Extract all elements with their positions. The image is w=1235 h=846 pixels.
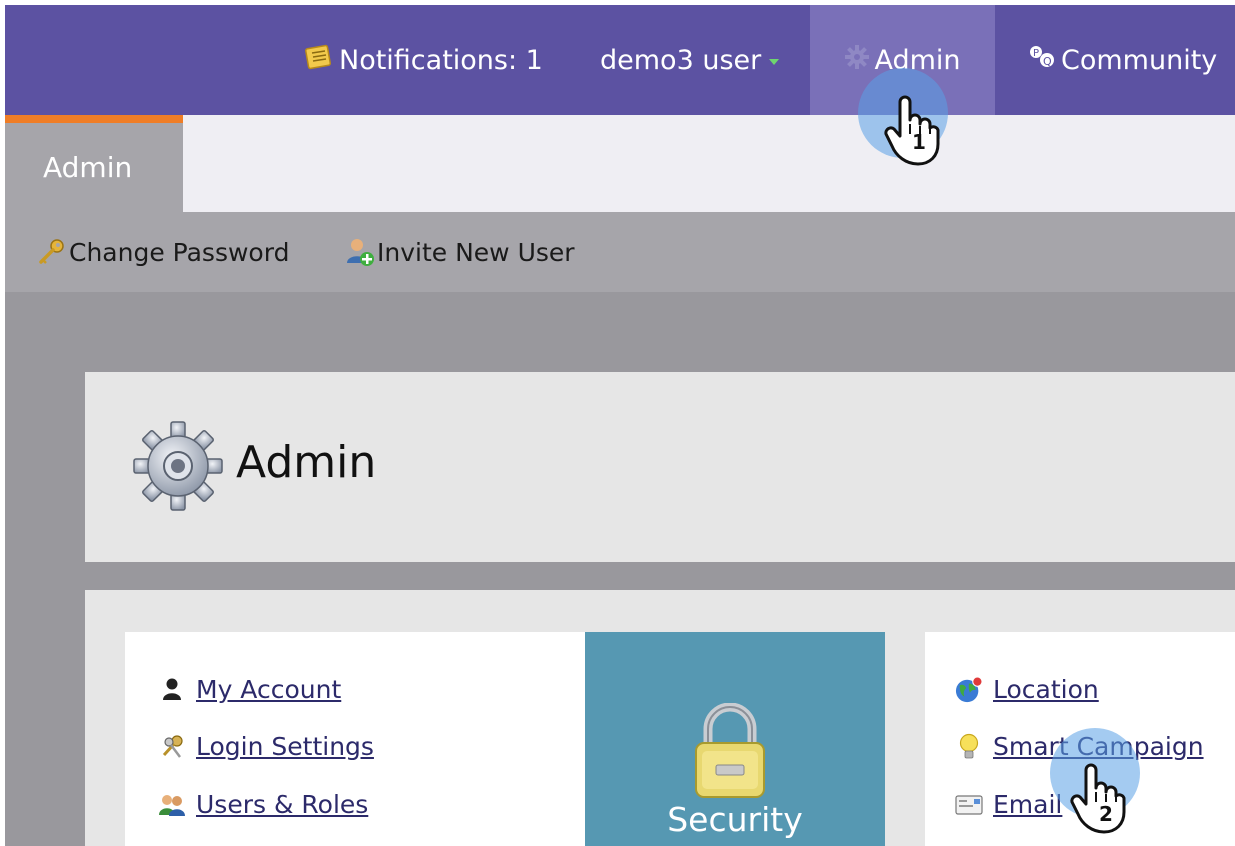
lightbulb-icon: [955, 733, 983, 761]
link-users-roles: Users & Roles: [158, 790, 368, 819]
email-link[interactable]: Email: [993, 790, 1062, 819]
globe-icon: [955, 675, 983, 704]
person-icon: [158, 676, 186, 704]
user-menu[interactable]: demo3 user: [600, 5, 780, 115]
tab-admin-label: Admin: [43, 151, 133, 184]
community-icon: P Q: [1027, 44, 1057, 77]
email-icon: [955, 791, 983, 819]
link-location: Location: [955, 675, 1099, 704]
keys-icon: [158, 733, 186, 761]
user-label: demo3 user: [600, 44, 762, 76]
notepad-icon: [303, 43, 335, 78]
add-user-icon: [345, 237, 375, 267]
change-password-label: Change Password: [69, 237, 290, 267]
top-navigation-bar: Notifications: 1 demo3 user Admin P Q Co…: [5, 5, 1235, 115]
community-label: Community: [1061, 44, 1218, 76]
svg-text:P: P: [1033, 48, 1039, 59]
hand-cursor-icon: [1070, 762, 1130, 838]
my-account-link[interactable]: My Account: [196, 675, 341, 704]
step-number-2: 2: [1099, 802, 1113, 826]
step-number-1: 1: [912, 130, 926, 154]
page-title: Admin: [236, 437, 377, 488]
link-my-account: My Account: [158, 675, 341, 704]
admin-gear-icon: [132, 420, 224, 516]
users-roles-link[interactable]: Users & Roles: [196, 790, 368, 819]
tab-admin[interactable]: Admin: [5, 115, 183, 212]
tab-strip: Admin: [5, 115, 1235, 212]
svg-text:Q: Q: [1043, 55, 1052, 68]
action-bar: Change Password Invite New User: [5, 212, 1235, 292]
padlock-icon: [692, 702, 768, 803]
notifications-label: Notifications: 1: [339, 44, 543, 76]
gear-icon: [844, 44, 870, 77]
users-icon: [158, 791, 186, 819]
key-icon: [37, 238, 65, 266]
change-password-button[interactable]: Change Password: [37, 212, 289, 292]
invite-new-user-button[interactable]: Invite New User: [345, 212, 575, 292]
notifications-nav[interactable]: Notifications: 1: [303, 5, 543, 115]
login-settings-link[interactable]: Login Settings: [196, 732, 374, 761]
security-card-label: Security: [667, 800, 803, 839]
link-email: Email: [955, 790, 1062, 819]
invite-new-user-label: Invite New User: [377, 237, 575, 267]
location-link[interactable]: Location: [993, 675, 1099, 704]
community-nav[interactable]: P Q Community: [1027, 5, 1217, 115]
chevron-down-icon: [769, 59, 780, 65]
link-login-settings: Login Settings: [158, 732, 374, 761]
